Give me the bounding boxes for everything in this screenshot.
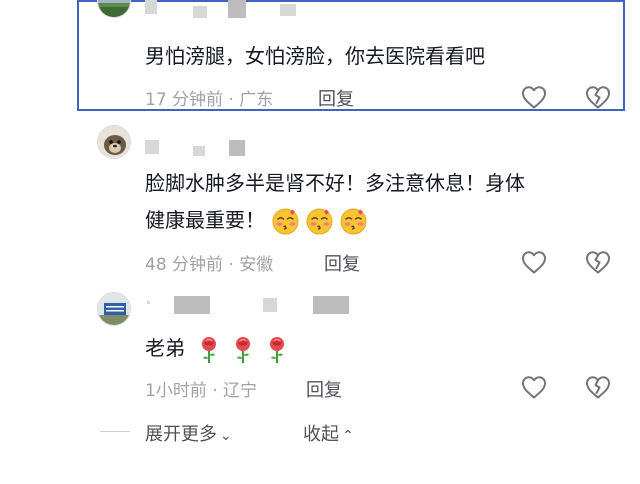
footer-divider xyxy=(100,431,130,432)
comment-meta: 17 分钟前 · 广东 xyxy=(145,85,273,110)
comment-meta: 1小时前 · 辽宁 xyxy=(145,376,257,401)
broken-heart-outline-icon xyxy=(586,251,610,274)
heart-outline-icon xyxy=(522,86,546,109)
chevron-down-icon: ⌄ xyxy=(220,428,232,444)
comment-location: 安徽 xyxy=(239,255,274,275)
dislike-button[interactable] xyxy=(584,84,612,110)
expand-more-button[interactable]: 展开更多 ⌄ xyxy=(145,420,232,446)
collapse-label: 收起 xyxy=(303,424,339,445)
meta-separator: · xyxy=(228,255,234,275)
heart-outline-icon xyxy=(522,376,546,399)
heart-outline-icon xyxy=(522,251,546,274)
avatar[interactable] xyxy=(97,292,131,326)
collapse-button[interactable]: 收起 ⌃ xyxy=(303,420,354,446)
comment-text: 男怕滂腿，女怕滂脸，你去医院看看吧 xyxy=(145,44,485,68)
comment-time: 48 分钟前 xyxy=(145,255,224,275)
reply-button[interactable]: 回复 xyxy=(306,376,342,402)
rose-emoji-icon xyxy=(236,336,250,363)
meta-separator: · xyxy=(212,381,218,401)
comment-text-line: 健康最重要！ xyxy=(145,202,367,238)
dislike-button[interactable] xyxy=(584,374,612,400)
reply-button[interactable]: 回复 xyxy=(324,250,360,276)
rose-emoji-icon xyxy=(270,336,284,363)
comment-text-line: 脸脚水肿多半是肾不好！多注意休息！身体 xyxy=(145,171,525,195)
comment-text: 健康最重要！ xyxy=(145,208,265,232)
comment-location: 辽宁 xyxy=(223,381,258,401)
like-button[interactable] xyxy=(520,84,548,110)
comment-time: 1小时前 xyxy=(145,381,207,401)
comment-meta: 48 分钟前 · 安徽 xyxy=(145,250,273,275)
reply-button[interactable]: 回复 xyxy=(318,85,354,111)
rose-emoji-icon xyxy=(202,336,216,363)
dislike-button[interactable] xyxy=(584,249,612,275)
avatar[interactable] xyxy=(97,125,131,159)
broken-heart-outline-icon xyxy=(586,86,610,109)
comment-location: 广东 xyxy=(239,90,274,110)
like-button[interactable] xyxy=(520,374,548,400)
like-button[interactable] xyxy=(520,249,548,275)
chevron-up-icon: ⌃ xyxy=(342,428,354,444)
meta-separator: · xyxy=(228,90,234,110)
blushing-kiss-emoji-icon xyxy=(340,208,367,235)
comment-text-line: 老弟 xyxy=(145,330,287,366)
broken-heart-outline-icon xyxy=(586,376,610,399)
blushing-kiss-emoji-icon xyxy=(306,208,333,235)
comment-time: 17 分钟前 xyxy=(145,90,224,110)
comment-text: 老弟 xyxy=(145,336,185,360)
expand-more-label: 展开更多 xyxy=(145,424,217,445)
blushing-kiss-emoji-icon xyxy=(272,208,299,235)
